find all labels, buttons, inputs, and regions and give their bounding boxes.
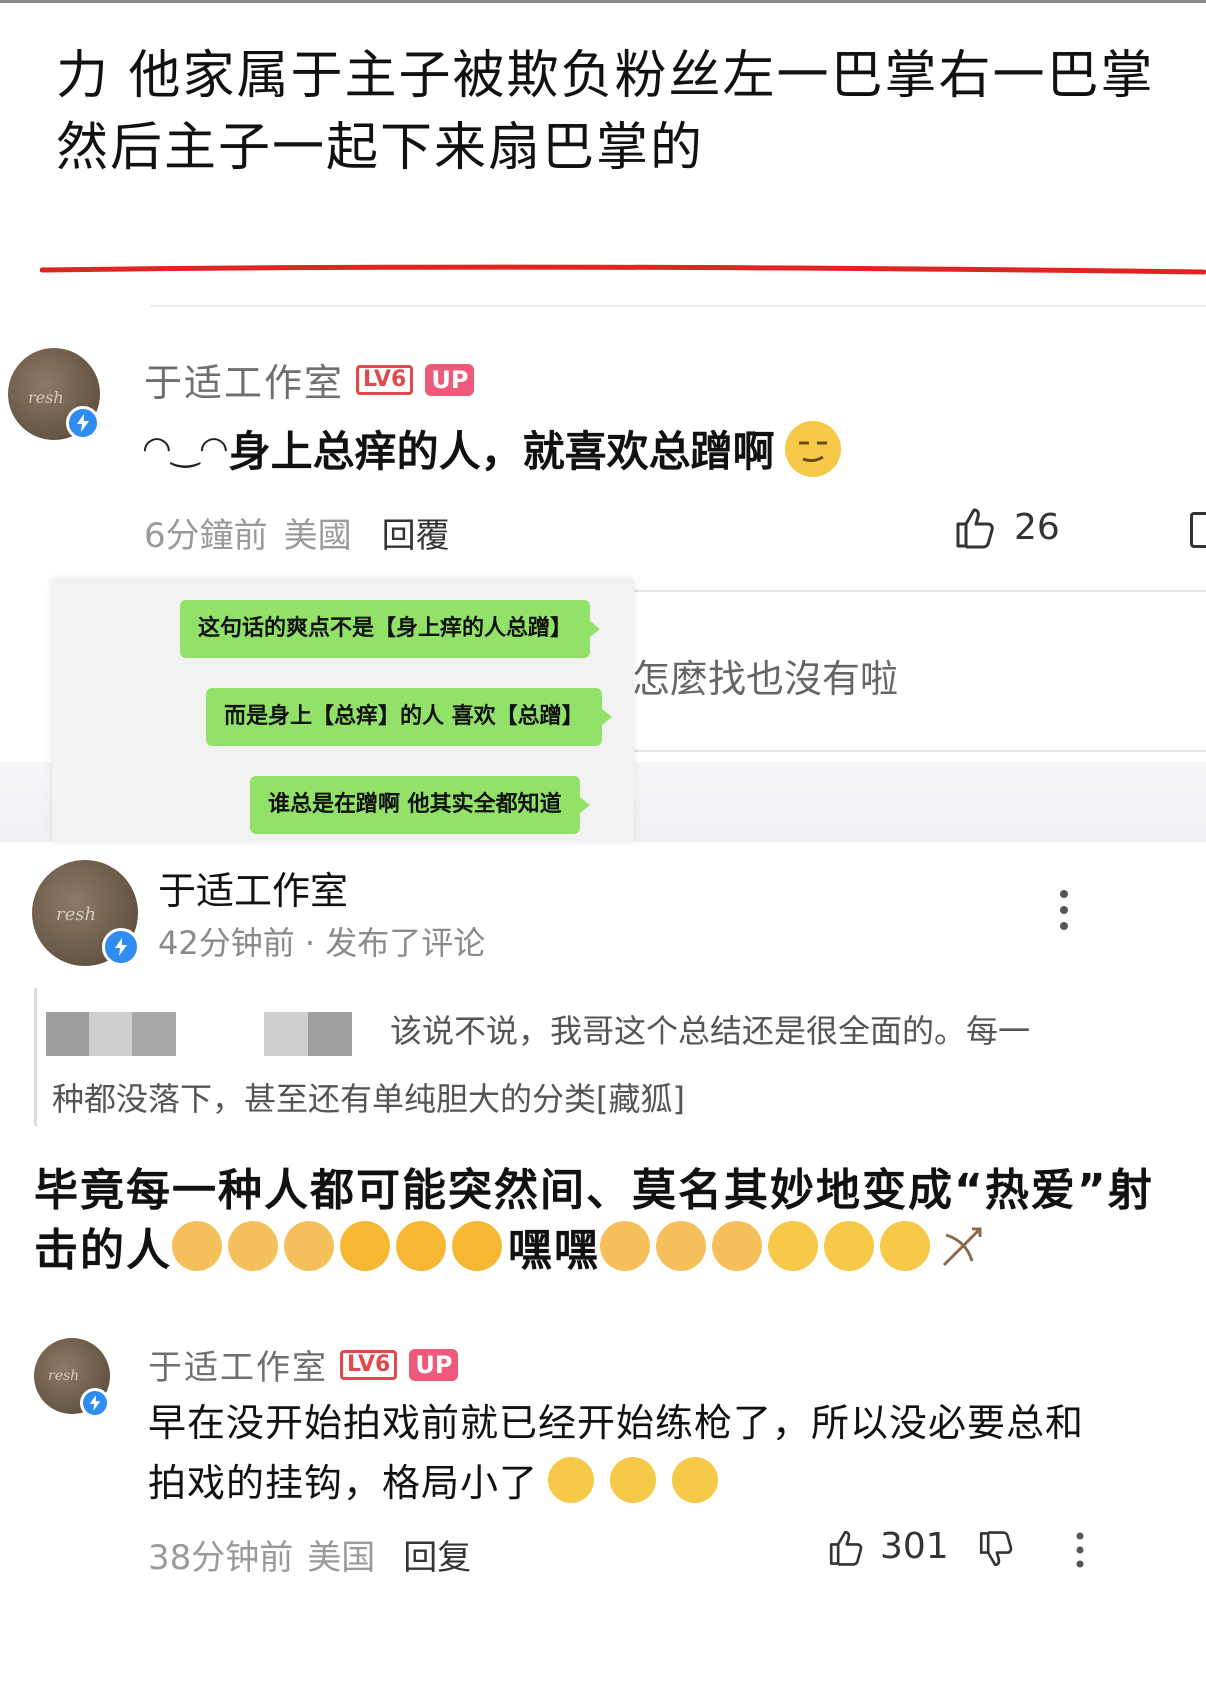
blurred-username (264, 1012, 352, 1056)
kaomoji: ◠‿◠ (142, 428, 229, 469)
post-meta: 42分钟前 · 发布了评论 (158, 918, 485, 964)
reply-button[interactable]: 回覆 (382, 508, 450, 557)
dislike-icon[interactable] (1190, 512, 1206, 548)
chat-screenshot: 这句话的爽点不是【身上痒的人总蹭】 而是身上【总痒】的人 喜欢【总蹭】 谁总是在… (52, 578, 634, 842)
timestamp: 42分钟前 (158, 924, 295, 962)
more-vertical-icon[interactable] (1072, 1530, 1088, 1570)
cover-face-emoji-icon (452, 1221, 502, 1271)
up-badge: UP (409, 1348, 459, 1381)
comment-text: 拍戏的挂钩，格局小了 (148, 1461, 539, 1505)
post-body-line: 毕竟每一种人都可能突然间、莫名其妙地变成“热爱”射 (34, 1165, 1154, 1216)
post-action: · 发布了评论 (304, 924, 486, 962)
cover-face-emoji-icon (396, 1221, 446, 1271)
post-body-line: 击的人 嘿嘿 (34, 1214, 986, 1278)
thumbs-down-icon[interactable] (976, 1530, 1016, 1570)
thumbs-up-icon (829, 1530, 863, 1566)
bow-arrow-icon (942, 1227, 982, 1267)
dog-face-emoji-icon (172, 1221, 222, 1271)
comment-meta: 6分鐘前 美國 回覆 (144, 508, 450, 557)
quoted-text-line: 该说不说，我哥这个总结还是很全面的。每一 (390, 1012, 1031, 1050)
like-button[interactable]: 301 (826, 1526, 949, 1567)
doge-emoji-icon (600, 1221, 650, 1271)
underlying-text: 怎麼找也沒有啦 (632, 657, 899, 701)
level-badge: LV6 (340, 1349, 398, 1380)
username[interactable]: 于适工作室 (144, 352, 344, 407)
post-username[interactable]: 于适工作室 (158, 860, 348, 915)
chat-bubble: 这句话的爽点不是【身上痒的人总蹭】 (180, 600, 601, 658)
doge-emoji-icon (712, 1221, 762, 1271)
shrug-emoji-icon (610, 1456, 657, 1503)
verified-badge-icon (80, 1388, 110, 1418)
verified-badge-icon (102, 928, 140, 966)
shrug-emoji-icon (672, 1456, 719, 1503)
up-badge: UP (425, 363, 475, 396)
timestamp: 6分鐘前 (144, 516, 268, 556)
post-body-text: 嘿嘿 (508, 1225, 600, 1276)
blurred-username (46, 1012, 176, 1056)
level-badge: LV6 (356, 364, 414, 395)
more-vertical-icon[interactable] (1054, 886, 1074, 934)
quoted-text-line: 种都没落下，甚至还有单纯胆大的分类[藏狐] (52, 1080, 685, 1118)
headline-text: 力 他家属于主子被欺负粉丝左一巴掌右一巴掌然后主子一起下来扇巴掌的 (56, 46, 1155, 178)
verified-badge-icon (66, 406, 100, 440)
chat-bubble: 谁总是在蹭啊 他其实全都知道 (250, 776, 590, 834)
post-body-text: 击的人 (34, 1225, 172, 1276)
tongue-out-emoji-icon (824, 1221, 874, 1271)
like-button[interactable]: 26 (952, 504, 1060, 550)
like-count: 26 (1014, 506, 1060, 548)
shrug-emoji-icon (548, 1456, 595, 1503)
tongue-out-emoji-icon (880, 1221, 930, 1271)
dog-face-emoji-icon (284, 1221, 334, 1271)
top-border (0, 0, 1206, 3)
comment-text-line: 早在没开始拍戏前就已经开始练枪了，所以没必要总和 (148, 1401, 1085, 1445)
tongue-out-emoji-icon (768, 1221, 818, 1271)
timestamp: 38分钟前 (148, 1538, 294, 1578)
username[interactable]: 于适工作室 (148, 1340, 328, 1389)
doge-emoji-icon (656, 1221, 706, 1271)
comment-text-line: 拍戏的挂钩，格局小了 (148, 1452, 724, 1507)
cover-face-emoji-icon (340, 1221, 390, 1271)
comment-text: 身上总痒的人，就喜欢总蹭啊 (228, 427, 775, 476)
reply-button[interactable]: 回复 (403, 1530, 471, 1579)
dog-face-emoji-icon (228, 1221, 278, 1271)
smirk-emoji-icon (784, 420, 841, 477)
comment-header: 于适工作室 LV6 UP (144, 352, 475, 407)
location: 美國 (283, 516, 352, 556)
chat-bubble: 而是身上【总痒】的人 喜欢【总蹭】 (206, 688, 612, 746)
red-underline (40, 264, 1206, 275)
location: 美国 (307, 1538, 376, 1578)
thumbs-up-icon (956, 508, 994, 549)
comment-header: 于适工作室 LV6 UP (148, 1340, 459, 1389)
like-count: 301 (880, 1526, 949, 1567)
section-divider (150, 305, 1206, 307)
comment-meta: 38分钟前 美国 回复 (148, 1530, 471, 1579)
comment-body: ◠‿◠ 身上总痒的人，就喜欢总蹭啊 (142, 418, 847, 479)
